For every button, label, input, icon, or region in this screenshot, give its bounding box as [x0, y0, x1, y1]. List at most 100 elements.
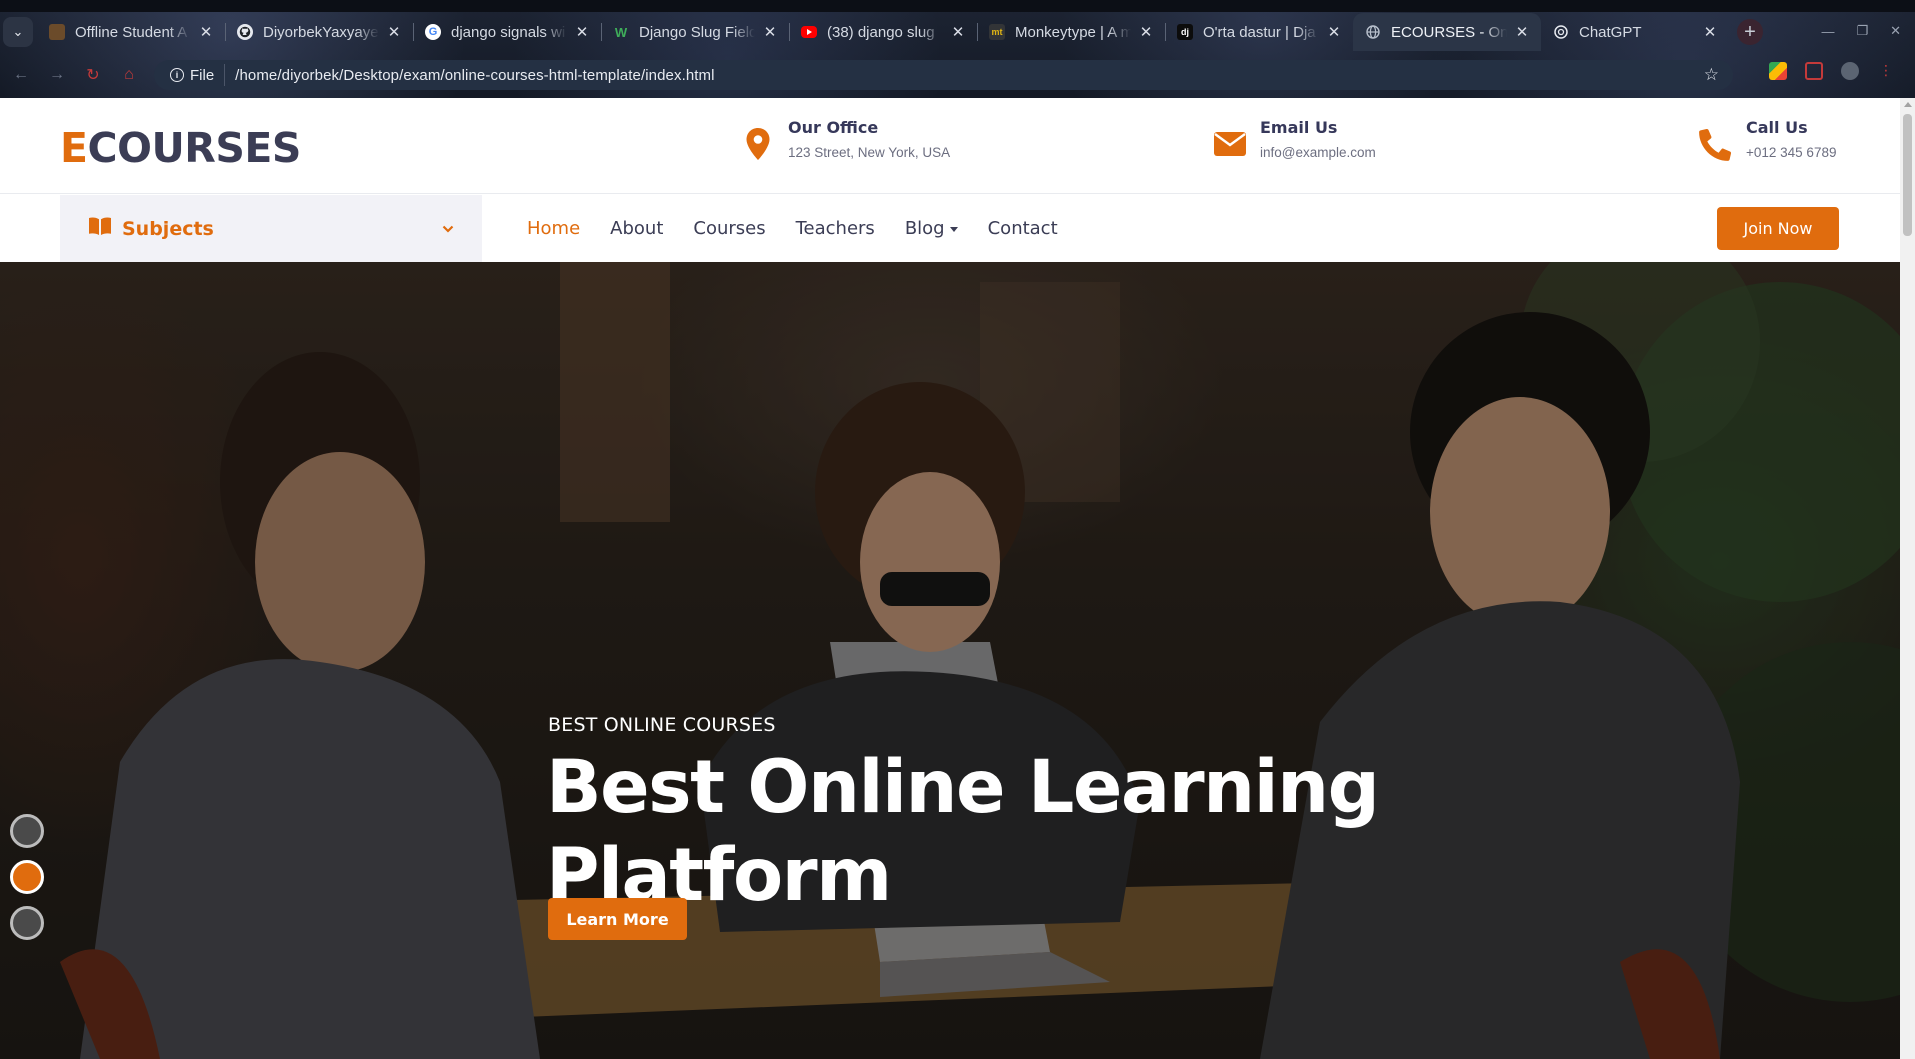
nav-menu: Home About Courses Teachers Blog Contact: [527, 195, 1058, 262]
browser-tab[interactable]: Offline Student A ✕: [37, 13, 225, 51]
main-navbar: Subjects Home About Courses Teachers Blo…: [0, 195, 1900, 262]
hero-eyebrow: BEST ONLINE COURSES: [548, 714, 776, 736]
tab-close-icon[interactable]: ✕: [761, 23, 779, 41]
call-info: Call Us +012 345 6789: [1696, 118, 1836, 164]
tab-title: O'rta dastur | Dja: [1203, 23, 1316, 41]
tab-close-icon[interactable]: ✕: [573, 23, 591, 41]
chevron-down-icon: [442, 222, 454, 236]
browser-tab[interactable]: ChatGPT ✕: [1541, 13, 1729, 51]
logo-text: COURSES: [87, 124, 302, 172]
google-icon: G: [425, 24, 441, 40]
nav-link-home[interactable]: Home: [527, 218, 580, 239]
email-label: Email Us: [1260, 118, 1338, 137]
tab-close-icon[interactable]: ✕: [1513, 23, 1531, 41]
nav-link-about[interactable]: About: [610, 218, 663, 239]
browser-tab[interactable]: G django signals wi ✕: [413, 13, 601, 51]
django-icon: dj: [1177, 24, 1193, 40]
book-open-icon: [88, 216, 112, 241]
hero-title-line-1: Best Online Learning: [546, 745, 1380, 830]
subjects-dropdown[interactable]: Subjects: [60, 195, 482, 262]
scrollbar-thumb[interactable]: [1903, 114, 1912, 236]
chevron-down-icon: ⌄: [12, 24, 24, 39]
nav-link-contact[interactable]: Contact: [988, 218, 1058, 239]
call-label: Call Us: [1746, 118, 1808, 137]
close-window-icon[interactable]: ✕: [1890, 23, 1901, 39]
site-info-label: File: [190, 66, 215, 84]
home-icon[interactable]: ⌂: [114, 60, 144, 90]
info-icon: i: [170, 68, 184, 82]
site-favicon-icon: W: [614, 24, 628, 40]
scroll-up-arrow-icon[interactable]: [1904, 102, 1912, 107]
browser-tab[interactable]: W Django Slug Field ✕: [601, 13, 789, 51]
globe-icon: [1365, 24, 1381, 40]
forward-icon[interactable]: →: [42, 60, 72, 90]
bookmark-star-icon[interactable]: ☆: [1704, 65, 1719, 85]
site-logo[interactable]: ECOURSES: [60, 124, 301, 172]
youtube-icon: [801, 26, 817, 38]
tab-title: Offline Student A: [75, 23, 188, 41]
menu-dots-icon[interactable]: ⋮: [1877, 62, 1895, 80]
extensions-area: ⋮: [1769, 62, 1895, 80]
tab-strip: ⌄ Offline Student A ✕ DiyorbekYaxyaye ✕ …: [0, 12, 1915, 52]
tab-close-icon[interactable]: ✕: [949, 23, 967, 41]
carousel-dot-active[interactable]: [10, 860, 44, 894]
web-page: ECOURSES Our Office 123 Street, New York…: [0, 98, 1900, 1059]
chrome-top-strip: [0, 0, 1915, 12]
caret-down-icon: [949, 227, 958, 232]
nav-link-blog-label: Blog: [904, 218, 945, 239]
phone-number: +012 345 6789: [1746, 145, 1837, 160]
plus-icon: +: [1744, 20, 1756, 43]
window-controls: — ❐ ✕: [1821, 12, 1901, 50]
browser-tab[interactable]: dj O'rta dastur | Dja ✕: [1165, 13, 1353, 51]
nav-link-courses[interactable]: Courses: [693, 218, 765, 239]
join-now-button[interactable]: Join Now: [1717, 207, 1839, 250]
tab-favicon-icon: [49, 24, 65, 40]
email-address: info@example.com: [1260, 145, 1376, 160]
envelope-icon: [1210, 124, 1250, 164]
tab-close-icon[interactable]: ✕: [1325, 23, 1343, 41]
tab-close-icon[interactable]: ✕: [385, 23, 403, 41]
tab-title: DiyorbekYaxyaye: [263, 23, 379, 41]
logo-accent-letter: E: [60, 124, 88, 172]
browser-chrome: ⌄ Offline Student A ✕ DiyorbekYaxyaye ✕ …: [0, 0, 1915, 98]
reload-icon[interactable]: ↻: [78, 60, 108, 90]
url-text: /home/diyorbek/Desktop/exam/online-cours…: [235, 66, 715, 84]
tab-title: ChatGPT: [1579, 23, 1642, 41]
chatgpt-icon: [1553, 24, 1569, 40]
back-icon[interactable]: ←: [6, 60, 36, 90]
maximize-icon[interactable]: ❐: [1856, 23, 1868, 39]
browser-tab[interactable]: (38) django slug ✕: [789, 13, 977, 51]
hero-carousel: BEST ONLINE COURSES Best Online Learning…: [0, 262, 1900, 1059]
hero-dark-overlay: [0, 262, 1900, 1059]
hero-title: Best Online Learning Platform: [546, 744, 1446, 920]
extension-icon[interactable]: [1805, 62, 1823, 80]
tab-close-icon[interactable]: ✕: [1701, 23, 1719, 41]
browser-tab[interactable]: DiyorbekYaxyaye ✕: [225, 13, 413, 51]
monkeytype-icon: mt: [989, 24, 1005, 40]
tab-close-icon[interactable]: ✕: [1137, 23, 1155, 41]
learn-more-button[interactable]: Learn More: [548, 898, 687, 940]
minimize-icon[interactable]: —: [1821, 24, 1834, 39]
page-scrollbar[interactable]: [1900, 98, 1915, 1059]
browser-tab-active[interactable]: ECOURSES - Onli ✕: [1353, 13, 1541, 51]
carousel-dot[interactable]: [10, 814, 44, 848]
nav-link-teachers[interactable]: Teachers: [796, 218, 875, 239]
map-marker-icon: [738, 124, 778, 164]
nav-link-blog[interactable]: Blog: [905, 218, 958, 239]
office-label: Our Office: [788, 118, 879, 137]
site-info-chip[interactable]: i File: [160, 64, 226, 86]
email-info: Email Us info@example.com: [1210, 118, 1376, 164]
address-bar[interactable]: i File /home/diyorbek/Desktop/exam/onlin…: [154, 60, 1733, 90]
profile-avatar-icon[interactable]: [1841, 62, 1859, 80]
tab-title: (38) django slug: [827, 23, 935, 41]
carousel-dot[interactable]: [10, 906, 44, 940]
tab-title: Django Slug Field: [639, 23, 755, 41]
tab-title: Monkeytype | A m: [1015, 23, 1131, 41]
carousel-indicators: [10, 814, 44, 940]
extension-icon[interactable]: [1769, 62, 1787, 80]
tab-search-button[interactable]: ⌄: [3, 17, 33, 47]
browser-tab[interactable]: mt Monkeytype | A m ✕: [977, 13, 1165, 51]
tab-title: ECOURSES - Onli: [1391, 23, 1507, 41]
tab-close-icon[interactable]: ✕: [197, 23, 215, 41]
new-tab-button[interactable]: +: [1737, 19, 1763, 45]
